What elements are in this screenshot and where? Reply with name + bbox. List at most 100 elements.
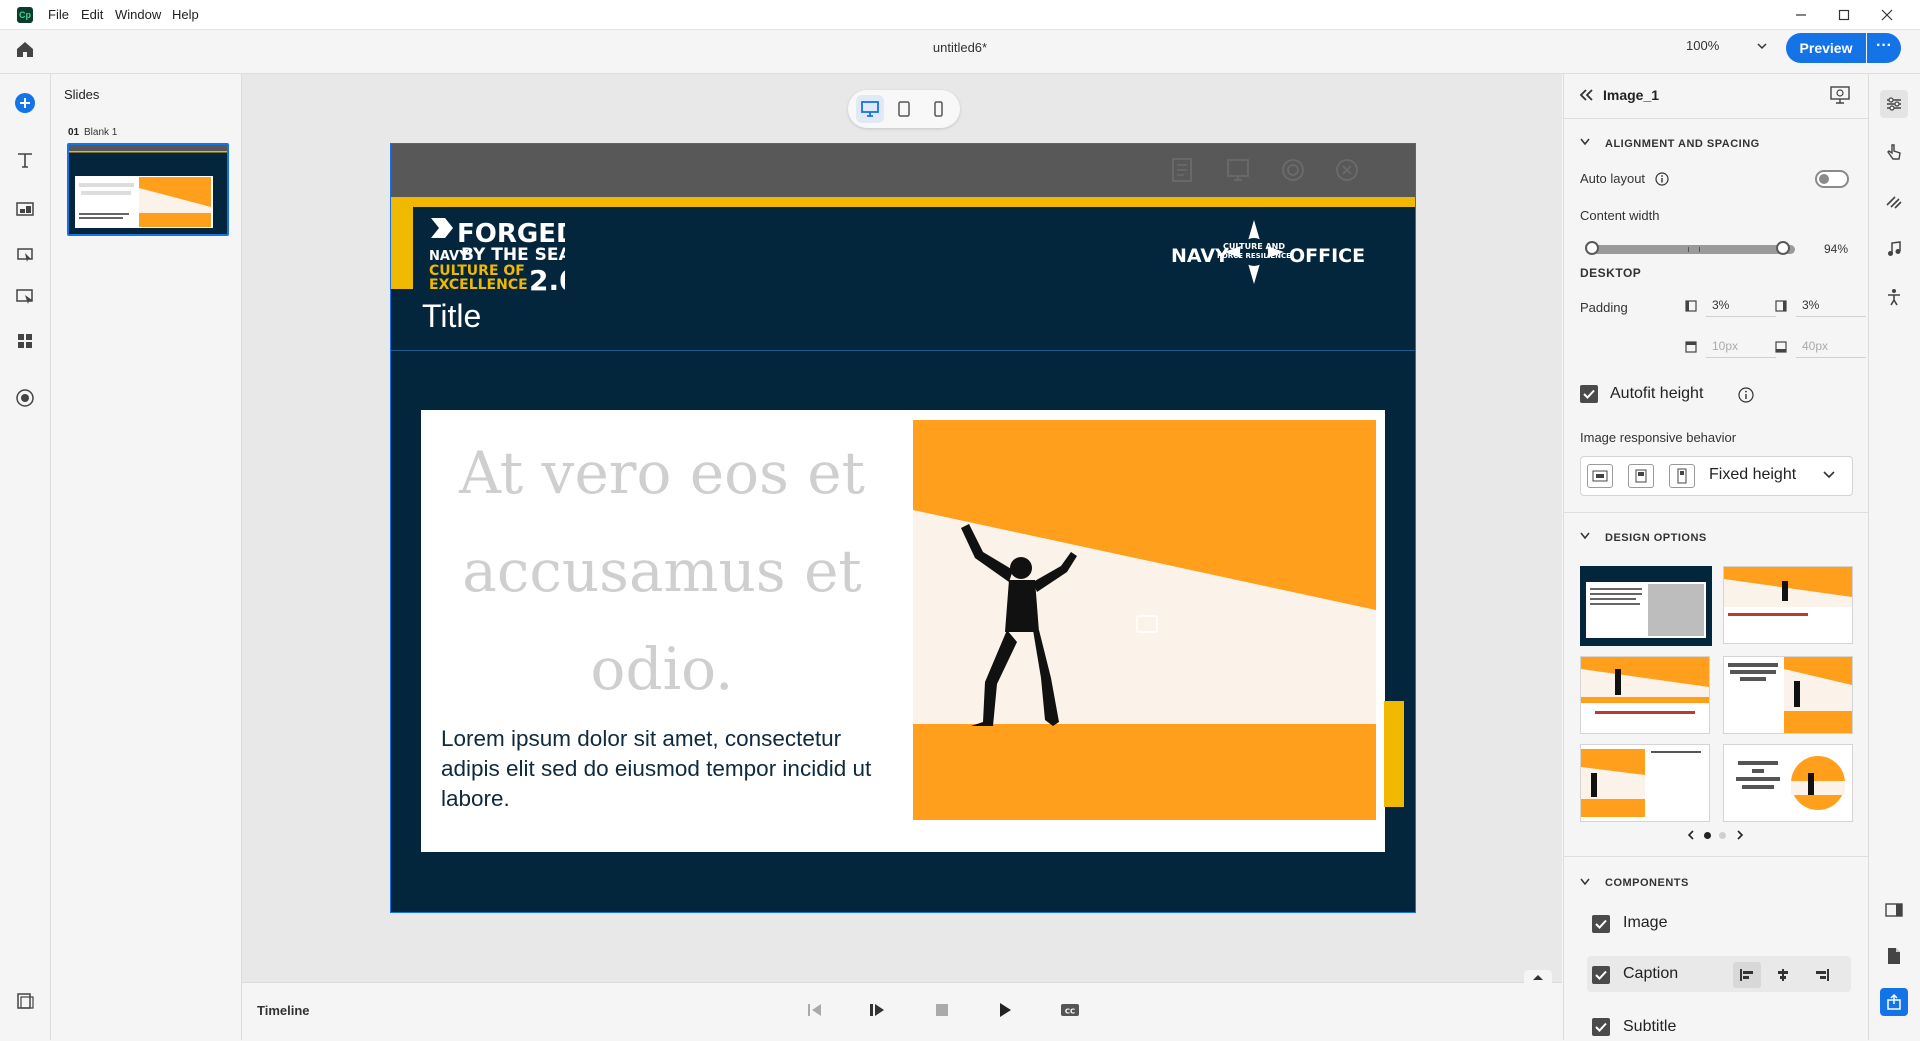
slide-image[interactable] xyxy=(913,420,1376,820)
design-page-dot[interactable] xyxy=(1719,832,1726,839)
align-center-icon[interactable] xyxy=(1769,962,1797,988)
device-toggle xyxy=(848,90,960,128)
padding-bottom-field[interactable]: 40px xyxy=(1796,335,1866,358)
fit-width-icon[interactable] xyxy=(1587,464,1613,488)
align-left-icon[interactable] xyxy=(1733,962,1761,988)
screen-settings-icon[interactable] xyxy=(1830,86,1850,104)
fixed-height-icon[interactable] xyxy=(1669,464,1695,488)
menu-help[interactable]: Help xyxy=(172,7,199,22)
text-icon[interactable] xyxy=(13,148,37,172)
subtitle-checkbox[interactable] xyxy=(1592,1018,1610,1036)
chevron-down-icon xyxy=(1756,40,1768,52)
zoom-dropdown[interactable]: 100% xyxy=(1686,38,1776,60)
design-option-4[interactable] xyxy=(1723,656,1853,734)
back-chevron-icon[interactable] xyxy=(1578,88,1594,102)
slider-end-handle[interactable] xyxy=(1775,241,1790,255)
responsive-label: Image responsive behavior xyxy=(1580,430,1737,445)
design-option-3[interactable] xyxy=(1580,656,1710,734)
tablet-view-icon[interactable] xyxy=(890,95,918,123)
blocks-icon[interactable] xyxy=(13,329,37,353)
padding-right-field[interactable]: 3% xyxy=(1796,294,1866,317)
design-option-1[interactable] xyxy=(1580,566,1712,646)
padding-left-icon xyxy=(1685,300,1697,312)
content-width-value[interactable]: 94% xyxy=(1824,242,1848,256)
autofit-checkbox[interactable] xyxy=(1580,385,1598,403)
menu-file[interactable]: File xyxy=(48,7,69,22)
media-icon[interactable] xyxy=(13,197,37,221)
autofit-label: Autofit height xyxy=(1610,385,1704,402)
padding-top-icon xyxy=(1685,341,1697,353)
logo-culture-and: CULTURE AND xyxy=(1223,242,1285,251)
widget-icon[interactable] xyxy=(13,284,37,308)
share-icon[interactable] xyxy=(1880,988,1908,1016)
design-prev-icon[interactable] xyxy=(1687,830,1695,840)
collapse-timeline-icon[interactable] xyxy=(1524,970,1552,984)
chevron-down-icon[interactable] xyxy=(1580,138,1590,146)
audio-tab-icon[interactable] xyxy=(1880,235,1908,263)
accessibility-tab-icon[interactable] xyxy=(1880,283,1908,311)
slide-title[interactable]: Title xyxy=(422,298,481,335)
slide-gold-right-accent xyxy=(1384,701,1404,807)
document-icon[interactable] xyxy=(1880,942,1908,970)
logo-office-word: OFFICE xyxy=(1289,245,1365,267)
slide-panel-icon[interactable] xyxy=(1880,896,1908,924)
chevron-down-icon[interactable] xyxy=(1580,532,1590,540)
interaction-tab-icon[interactable] xyxy=(1880,138,1908,166)
play-icon[interactable] xyxy=(993,998,1017,1022)
svg-text:CC: CC xyxy=(1065,1008,1075,1016)
close-window-icon[interactable] xyxy=(1870,4,1904,26)
auto-layout-toggle-knob xyxy=(1819,174,1829,184)
padding-top-field[interactable]: 10px xyxy=(1706,335,1776,358)
slide-canvas[interactable]: FORGED NAVY BY THE SEA CULTURE OF EXCELL… xyxy=(390,143,1416,913)
interaction-icon[interactable] xyxy=(13,242,37,266)
design-next-icon[interactable] xyxy=(1736,830,1744,840)
stop-icon[interactable] xyxy=(930,998,954,1022)
slide-thumbnail[interactable] xyxy=(67,143,229,236)
chevron-down-icon[interactable] xyxy=(1580,878,1590,886)
alignment-section-heading: ALIGNMENT AND SPACING xyxy=(1605,138,1760,150)
previous-icon[interactable] xyxy=(803,998,827,1022)
menu-window[interactable]: Window xyxy=(115,7,161,22)
design-option-2[interactable] xyxy=(1723,566,1853,644)
minimize-icon[interactable] xyxy=(1784,4,1818,26)
add-slide-icon[interactable] xyxy=(13,91,37,115)
design-page-dot-active[interactable] xyxy=(1704,832,1711,839)
slide-top-bar xyxy=(391,144,1415,197)
preview-button[interactable]: Preview xyxy=(1786,33,1866,63)
slide-heading[interactable]: At vero eos et accusamus et odio. xyxy=(437,424,887,718)
padding-left-field[interactable]: 3% xyxy=(1706,294,1776,317)
info-icon[interactable] xyxy=(1738,387,1754,403)
caption-checkbox[interactable] xyxy=(1592,966,1610,984)
fit-height-icon[interactable] xyxy=(1628,464,1654,488)
subtitle-component-label: Subtitle xyxy=(1623,1018,1677,1035)
maximize-icon[interactable] xyxy=(1827,4,1861,26)
record-icon[interactable] xyxy=(13,386,37,410)
slide-gold-accent xyxy=(391,207,413,289)
properties-tab-icon[interactable] xyxy=(1880,90,1908,118)
menu-edit[interactable]: Edit xyxy=(81,7,103,22)
chevron-down-icon xyxy=(1822,470,1836,480)
mobile-view-icon[interactable] xyxy=(924,95,952,123)
divider xyxy=(1563,118,1868,119)
slider-start-handle[interactable] xyxy=(1585,241,1599,255)
design-option-5[interactable] xyxy=(1580,744,1710,822)
panel-toggle-icon[interactable] xyxy=(13,989,37,1013)
logo-by-the-sea: BY THE SEA xyxy=(461,245,565,265)
home-icon[interactable] xyxy=(13,37,37,61)
info-icon[interactable] xyxy=(1655,172,1669,186)
slide-body-text[interactable]: Lorem ipsum dolor sit amet, consectetur … xyxy=(441,724,881,814)
slide-thumbnail-preview xyxy=(69,145,227,234)
play-from-here-icon[interactable] xyxy=(865,998,889,1022)
desktop-view-icon[interactable] xyxy=(856,95,884,123)
auto-layout-label: Auto layout xyxy=(1580,171,1646,186)
desktop-label: DESKTOP xyxy=(1580,266,1642,280)
animation-tab-icon[interactable] xyxy=(1880,187,1908,215)
more-options-icon[interactable]: ··· xyxy=(1867,33,1901,63)
content-width-slider[interactable] xyxy=(1592,245,1795,254)
image-checkbox[interactable] xyxy=(1592,915,1610,933)
align-right-icon[interactable] xyxy=(1808,962,1836,988)
closed-captions-icon[interactable]: CC xyxy=(1058,998,1082,1022)
menu-bar xyxy=(0,0,1920,30)
design-option-6[interactable] xyxy=(1723,744,1853,822)
padding-right-value: 3% xyxy=(1802,298,1820,312)
